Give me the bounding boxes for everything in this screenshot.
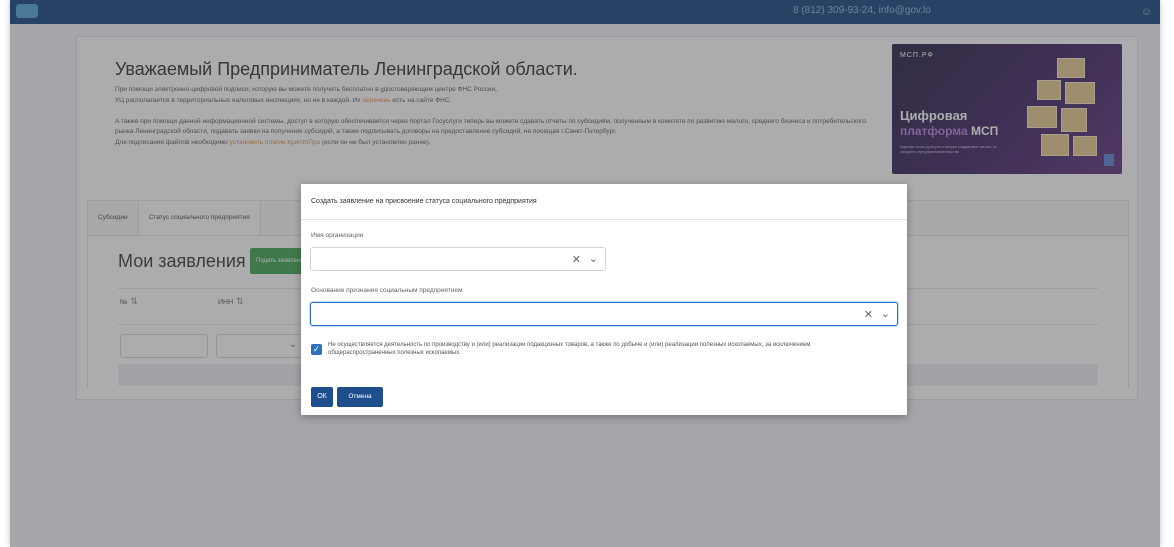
basis-select[interactable]: ✕ ⌄ bbox=[310, 302, 898, 326]
organization-name-select[interactable]: ✕ ⌄ bbox=[310, 247, 606, 271]
basis-label: Основание признания социальным предприят… bbox=[311, 287, 463, 294]
chevron-down-icon[interactable]: ⌄ bbox=[589, 252, 598, 265]
cancel-button[interactable]: Отмена bbox=[337, 387, 383, 407]
clear-icon[interactable]: ✕ bbox=[864, 308, 873, 321]
confirmation-checkbox[interactable]: ✓ bbox=[311, 344, 322, 355]
ok-button[interactable]: ОК bbox=[311, 387, 333, 407]
confirmation-checkbox-label: Не осуществляется деятельность по произв… bbox=[328, 342, 811, 356]
dialog-header: Создать заявление на присвоение статуса … bbox=[301, 184, 907, 220]
create-application-dialog: Создать заявление на присвоение статуса … bbox=[301, 184, 907, 415]
chevron-down-icon[interactable]: ⌄ bbox=[881, 307, 890, 320]
organization-name-label: Имя организации bbox=[311, 232, 364, 239]
clear-icon[interactable]: ✕ bbox=[572, 253, 581, 266]
dialog-title: Создать заявление на присвоение статуса … bbox=[311, 198, 537, 205]
browser-viewport: 8 (812) 309-93-24, info@gov.lo ☺ Уважаем… bbox=[10, 0, 1160, 547]
